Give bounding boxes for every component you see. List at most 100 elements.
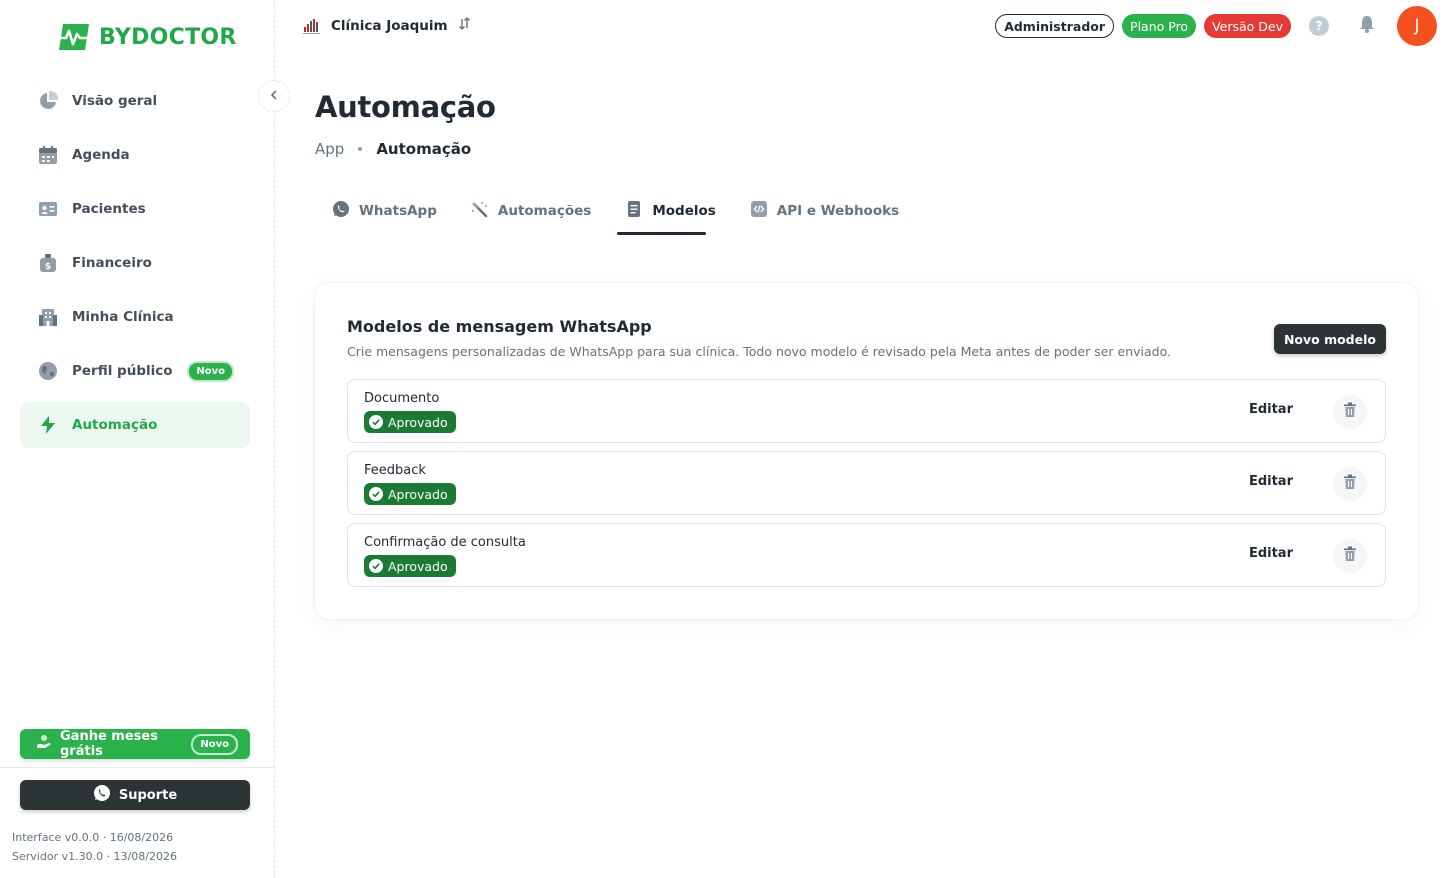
swap-arrows-icon bbox=[458, 17, 471, 34]
breadcrumb-current: Automação bbox=[376, 140, 472, 158]
sidebar-divider bbox=[0, 767, 275, 768]
sidebar-item-label: Visão geral bbox=[72, 93, 158, 109]
tab-label: WhatsApp bbox=[359, 203, 437, 219]
user-avatar[interactable]: J bbox=[1397, 6, 1437, 46]
new-template-button[interactable]: Novo modelo bbox=[1273, 324, 1386, 354]
whatsapp-icon bbox=[93, 784, 111, 806]
gift-hand-icon bbox=[36, 734, 52, 754]
edit-button[interactable]: Editar bbox=[1249, 402, 1293, 417]
brand-name: BYDOCTOR bbox=[99, 24, 237, 50]
check-circle-icon bbox=[369, 559, 383, 573]
chevron-left-icon bbox=[269, 88, 279, 104]
tab-api-webhooks[interactable]: API e Webhooks bbox=[750, 196, 899, 226]
free-months-label: Ganhe meses grátis bbox=[60, 729, 158, 759]
interface-version: Interface v0.0.0 · 16/08/2026 bbox=[12, 831, 174, 844]
sidebar-item-perfil-publico[interactable]: Perfil público Novo bbox=[20, 348, 250, 394]
sidebar-item-minha-clinica[interactable]: Minha Clínica bbox=[20, 294, 250, 340]
sidebar-item-automacao[interactable]: Automação bbox=[20, 402, 250, 448]
template-name: Confirmação de consulta bbox=[364, 535, 526, 550]
templates-card: Modelos de mensagem WhatsApp Crie mensag… bbox=[315, 283, 1418, 619]
sidebar-item-pacientes[interactable]: Pacientes bbox=[20, 186, 250, 232]
breadcrumb: App Automação bbox=[315, 140, 471, 158]
notifications-button[interactable] bbox=[1347, 6, 1387, 46]
tab-label: Modelos bbox=[652, 203, 716, 219]
tab-automacoes[interactable]: Automações bbox=[471, 196, 591, 226]
trash-icon bbox=[1343, 546, 1357, 566]
status-badge: Aprovado bbox=[364, 483, 456, 505]
topbar-actions: Administrador Plano Pro Versão Dev ? J bbox=[995, 6, 1437, 46]
code-icon bbox=[750, 200, 768, 222]
collapse-sidebar-button[interactable] bbox=[258, 80, 290, 112]
delete-button[interactable] bbox=[1333, 467, 1367, 501]
bolt-icon bbox=[37, 415, 58, 436]
sidebar-nav: Visão geral Agenda Pacientes $ Financeir… bbox=[20, 78, 250, 456]
edit-button[interactable]: Editar bbox=[1249, 474, 1293, 489]
free-months-button[interactable]: Ganhe meses grátis Novo bbox=[20, 729, 250, 759]
template-row: Feedback Aprovado Editar bbox=[347, 451, 1386, 515]
sidebar-item-visao-geral[interactable]: Visão geral bbox=[20, 78, 250, 124]
sidebar-item-label: Pacientes bbox=[72, 201, 146, 217]
status-badge: Aprovado bbox=[364, 555, 456, 577]
clinic-logo-icon bbox=[302, 16, 321, 35]
globe-icon bbox=[37, 361, 58, 382]
calendar-icon bbox=[37, 145, 58, 166]
bell-icon bbox=[1357, 14, 1377, 38]
building-icon bbox=[37, 307, 58, 328]
whatsapp-icon bbox=[332, 200, 350, 222]
sidebar-item-financeiro[interactable]: $ Financeiro bbox=[20, 240, 250, 286]
delete-button[interactable] bbox=[1333, 395, 1367, 429]
svg-text:$: $ bbox=[44, 262, 50, 272]
tab-modelos[interactable]: Modelos bbox=[617, 196, 716, 235]
tab-label: API e Webhooks bbox=[776, 203, 900, 219]
tab-label: Automações bbox=[497, 203, 592, 219]
version-info: Interface v0.0.0 · 16/08/2026 Servidor v… bbox=[12, 828, 177, 866]
sidebar-item-label: Automação bbox=[72, 417, 158, 433]
pie-chart-icon bbox=[37, 91, 58, 112]
version-badge: Versão Dev bbox=[1204, 14, 1291, 38]
page-title: Automação bbox=[315, 90, 496, 124]
money-bag-icon: $ bbox=[37, 253, 58, 274]
check-circle-icon bbox=[369, 487, 383, 501]
help-button[interactable]: ? bbox=[1299, 6, 1339, 46]
check-circle-icon bbox=[369, 415, 383, 429]
sidebar: BYDOCTOR Visão geral Agenda Pacientes $ … bbox=[0, 0, 275, 878]
sidebar-item-label: Minha Clínica bbox=[72, 309, 174, 325]
clinic-name: Clínica Joaquim bbox=[331, 17, 448, 34]
role-badge: Administrador bbox=[995, 14, 1115, 38]
server-version: Servidor v1.30.0 · 13/08/2026 bbox=[12, 850, 177, 863]
plan-badge[interactable]: Plano Pro bbox=[1122, 14, 1197, 38]
edit-button[interactable]: Editar bbox=[1249, 546, 1293, 561]
clinic-switcher[interactable]: Clínica Joaquim bbox=[302, 16, 471, 35]
status-badge: Aprovado bbox=[364, 411, 456, 433]
new-badge: Novo bbox=[187, 360, 234, 382]
card-title: Modelos de mensagem WhatsApp bbox=[347, 317, 652, 336]
brand-logo[interactable]: BYDOCTOR bbox=[55, 22, 237, 52]
id-card-icon bbox=[37, 199, 58, 220]
help-icon: ? bbox=[1309, 16, 1329, 36]
template-name: Feedback bbox=[364, 463, 426, 478]
trash-icon bbox=[1343, 402, 1357, 422]
new-badge: Novo bbox=[191, 733, 238, 755]
support-label: Suporte bbox=[118, 787, 178, 803]
template-row: Confirmação de consulta Aprovado Editar bbox=[347, 523, 1386, 587]
delete-button[interactable] bbox=[1333, 539, 1367, 573]
trash-icon bbox=[1343, 474, 1357, 494]
magic-wand-icon bbox=[471, 200, 489, 222]
tab-whatsapp[interactable]: WhatsApp bbox=[332, 196, 437, 226]
template-name: Documento bbox=[364, 391, 440, 406]
document-icon bbox=[625, 200, 643, 222]
logo-mark-icon bbox=[55, 22, 93, 52]
breadcrumb-app[interactable]: App bbox=[315, 140, 344, 158]
breadcrumb-separator bbox=[358, 147, 363, 151]
status-label: Aprovado bbox=[388, 486, 448, 502]
sidebar-item-agenda[interactable]: Agenda bbox=[20, 132, 250, 178]
status-label: Aprovado bbox=[388, 558, 448, 574]
sidebar-item-label: Perfil público bbox=[72, 363, 173, 379]
card-subtitle: Crie mensagens personalizadas de WhatsAp… bbox=[347, 344, 1172, 359]
template-row: Documento Aprovado Editar bbox=[347, 379, 1386, 443]
automation-tabs: WhatsApp Automações Modelos API e Webhoo… bbox=[332, 196, 899, 236]
sidebar-item-label: Agenda bbox=[72, 147, 130, 163]
status-label: Aprovado bbox=[388, 414, 448, 430]
sidebar-item-label: Financeiro bbox=[72, 255, 152, 271]
support-button[interactable]: Suporte bbox=[20, 780, 250, 810]
